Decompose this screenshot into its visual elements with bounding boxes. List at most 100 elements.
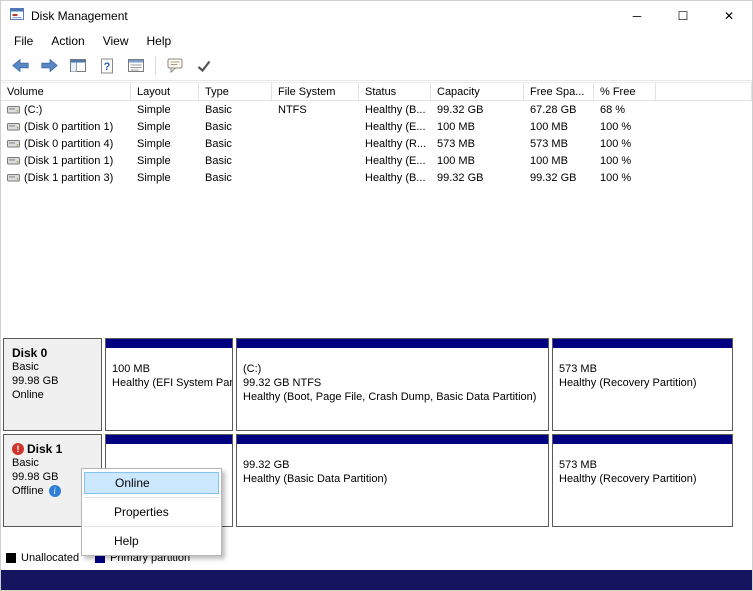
context-menu-item-help[interactable]: Help (84, 530, 219, 552)
cell-capacity: 99.32 GB (431, 172, 524, 184)
disk1-name: Disk 1 (27, 442, 62, 456)
cell-volume: (Disk 0 partition 4) (24, 138, 113, 150)
volume-list-header: Volume Layout Type File System Status Ca… (1, 82, 752, 101)
tooltip-icon[interactable] (165, 57, 185, 75)
cell-layout: Simple (131, 138, 199, 150)
console-tree-icon[interactable] (68, 57, 88, 75)
check-icon[interactable] (194, 57, 214, 75)
cell-layout: Simple (131, 121, 199, 133)
cell-layout: Simple (131, 155, 199, 167)
table-row[interactable]: (Disk 1 partition 1) Simple Basic Health… (1, 152, 752, 169)
cell-volume: (Disk 1 partition 1) (24, 155, 113, 167)
cell-free: 573 MB (524, 138, 594, 150)
maximize-button[interactable]: ☐ (660, 1, 706, 31)
table-row[interactable]: (Disk 0 partition 1) Simple Basic Health… (1, 118, 752, 135)
col-volume[interactable]: Volume (1, 83, 131, 100)
disk-management-window: Disk Management ─ ☐ ✕ File Action View H… (0, 0, 753, 591)
export-list-icon[interactable] (126, 57, 146, 75)
context-menu: Online Properties Help (81, 468, 222, 556)
window-controls: ─ ☐ ✕ (614, 1, 752, 31)
cell-status: Healthy (E... (359, 155, 431, 167)
cell-free: 67.28 GB (524, 104, 594, 116)
close-button[interactable]: ✕ (706, 1, 752, 31)
primary-partition-band (553, 339, 732, 348)
cell-status: Healthy (B... (359, 104, 431, 116)
cell-status: Healthy (B... (359, 172, 431, 184)
col-status[interactable]: Status (359, 83, 431, 100)
drive-icon (7, 121, 20, 132)
app-icon (9, 6, 25, 27)
cell-pct: 100 % (594, 172, 656, 184)
partition-size: 99.32 GB (243, 458, 548, 472)
minimize-button[interactable]: ─ (614, 1, 660, 31)
partition-status: Healthy (Recovery Partition) (559, 472, 732, 486)
primary-partition-band (237, 339, 548, 348)
cell-type: Basic (199, 121, 272, 133)
cell-layout: Simple (131, 172, 199, 184)
disk0-partition-c[interactable]: (C:) 99.32 GB NTFS Healthy (Boot, Page F… (236, 338, 549, 431)
partition-size: 573 MB (559, 458, 732, 472)
taskbar[interactable] (1, 570, 753, 591)
primary-partition-band (106, 435, 232, 444)
toolbar: ? (1, 51, 752, 81)
menu-view[interactable]: View (94, 32, 138, 50)
col-empty (656, 83, 752, 100)
svg-text:?: ? (104, 61, 111, 73)
partition-size: 100 MB (112, 362, 232, 376)
disk0-size: 99.98 GB (12, 374, 101, 388)
col-pct-free[interactable]: % Free (594, 83, 656, 100)
disk-error-icon (12, 443, 24, 455)
cell-status: Healthy (E... (359, 121, 431, 133)
disk0-header[interactable]: Disk 0 Basic 99.98 GB Online (3, 338, 102, 431)
partition-status: Healthy (Basic Data Partition) (243, 472, 548, 486)
partition-status: Healthy (Boot, Page File, Crash Dump, Ba… (243, 390, 548, 404)
disk0-row: Disk 0 Basic 99.98 GB Online 100 MB Heal… (3, 338, 752, 431)
cell-type: Basic (199, 155, 272, 167)
cell-volume: (Disk 0 partition 1) (24, 121, 113, 133)
cell-type: Basic (199, 172, 272, 184)
col-free-space[interactable]: Free Spa... (524, 83, 594, 100)
cell-capacity: 99.32 GB (431, 104, 524, 116)
cell-layout: Simple (131, 104, 199, 116)
cell-pct: 100 % (594, 121, 656, 133)
partition-size: 573 MB (559, 362, 732, 376)
disk0-partition-efi[interactable]: 100 MB Healthy (EFI System Partition) (105, 338, 233, 431)
info-icon[interactable] (49, 485, 61, 497)
forward-arrow-icon[interactable] (39, 57, 59, 75)
cell-free: 99.32 GB (524, 172, 594, 184)
disk0-status: Online (12, 388, 44, 402)
cell-free: 100 MB (524, 155, 594, 167)
cell-volume: (Disk 1 partition 3) (24, 172, 113, 184)
col-file-system[interactable]: File System (272, 83, 359, 100)
drive-icon (7, 104, 20, 115)
disk0-partition-recovery[interactable]: 573 MB Healthy (Recovery Partition) (552, 338, 733, 431)
window-title: Disk Management (31, 9, 128, 23)
menu-file[interactable]: File (5, 32, 42, 50)
primary-partition-band (237, 435, 548, 444)
back-arrow-icon[interactable] (10, 57, 30, 75)
menu-action[interactable]: Action (42, 32, 93, 50)
menu-help[interactable]: Help (138, 32, 181, 50)
cell-fs: NTFS (272, 104, 359, 116)
legend-label: Unallocated (21, 552, 79, 564)
partition-title: (C:) (243, 362, 548, 376)
table-row[interactable]: (C:) Simple Basic NTFS Healthy (B... 99.… (1, 101, 752, 118)
table-row[interactable]: (Disk 1 partition 3) Simple Basic Health… (1, 169, 752, 186)
menubar: File Action View Help (1, 31, 752, 51)
col-layout[interactable]: Layout (131, 83, 199, 100)
col-type[interactable]: Type (199, 83, 272, 100)
help-icon[interactable]: ? (97, 57, 117, 75)
context-menu-item-properties[interactable]: Properties (84, 501, 219, 523)
context-menu-item-online[interactable]: Online (84, 472, 219, 494)
primary-partition-band (553, 435, 732, 444)
disk1-partition-data[interactable]: 99.32 GB Healthy (Basic Data Partition) (236, 434, 549, 527)
col-capacity[interactable]: Capacity (431, 83, 524, 100)
cell-free: 100 MB (524, 121, 594, 133)
cell-volume: (C:) (24, 104, 42, 116)
drive-icon (7, 138, 20, 149)
table-row[interactable]: (Disk 0 partition 4) Simple Basic Health… (1, 135, 752, 152)
cell-status: Healthy (R... (359, 138, 431, 150)
volume-list: Volume Layout Type File System Status Ca… (1, 82, 752, 186)
toolbar-separator (155, 57, 156, 75)
disk1-partition-recovery[interactable]: 573 MB Healthy (Recovery Partition) (552, 434, 733, 527)
